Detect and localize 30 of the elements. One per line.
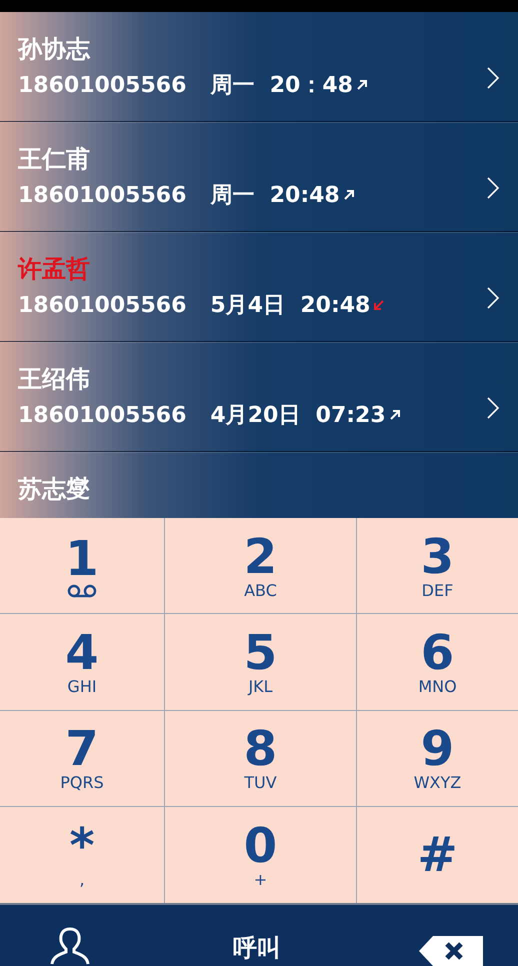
dial-key[interactable]: 5 JKL (165, 614, 357, 710)
call-time: 周一 20：48 (210, 72, 353, 100)
dial-key[interactable]: 1 (0, 518, 165, 614)
contact-name: 许孟哲 (18, 254, 90, 284)
call-log-row[interactable]: 王仁甫 18601005566 周一 20:48 (0, 122, 518, 232)
contact-name: 王绍伟 (18, 364, 90, 394)
backspace-button[interactable] (419, 936, 483, 966)
chevron-right-icon[interactable] (486, 286, 500, 310)
call-log-row[interactable]: 王绍伟 18601005566 4月20日 07:23 (0, 342, 518, 452)
voicemail-icon (67, 584, 97, 598)
contact-name: 王仁甫 (18, 144, 90, 174)
contact-name: 苏志燮 (18, 474, 90, 504)
dial-key[interactable]: 8 TUV (165, 710, 357, 807)
phone-number: 18601005566 (18, 292, 186, 318)
call-button[interactable]: 呼叫 (233, 932, 281, 966)
contact-name: 孙协志 (18, 34, 90, 64)
dial-key[interactable]: 7 PQRS (0, 710, 165, 807)
phone-number: 18601005566 (18, 72, 186, 98)
call-log-row[interactable]: 孙协志 18601005566 周一 20：48 (0, 12, 518, 122)
chevron-right-icon[interactable] (486, 176, 500, 200)
call-log-row[interactable]: 许孟哲 18601005566 5月4日 20:48 (0, 232, 518, 342)
chevron-right-icon[interactable] (486, 66, 500, 90)
call-time: 5月4日 20:48 (210, 292, 370, 320)
phone-number: 18601005566 (18, 402, 186, 428)
dial-key[interactable]: 4 GHI (0, 614, 165, 710)
dial-key[interactable]: 2 ABC (165, 518, 357, 614)
call-time: 4月20日 07:23 (210, 402, 386, 430)
chevron-right-icon[interactable] (486, 396, 500, 420)
phone-number: 18601005566 (18, 182, 186, 208)
call-time: 周一 20:48 (210, 182, 340, 210)
